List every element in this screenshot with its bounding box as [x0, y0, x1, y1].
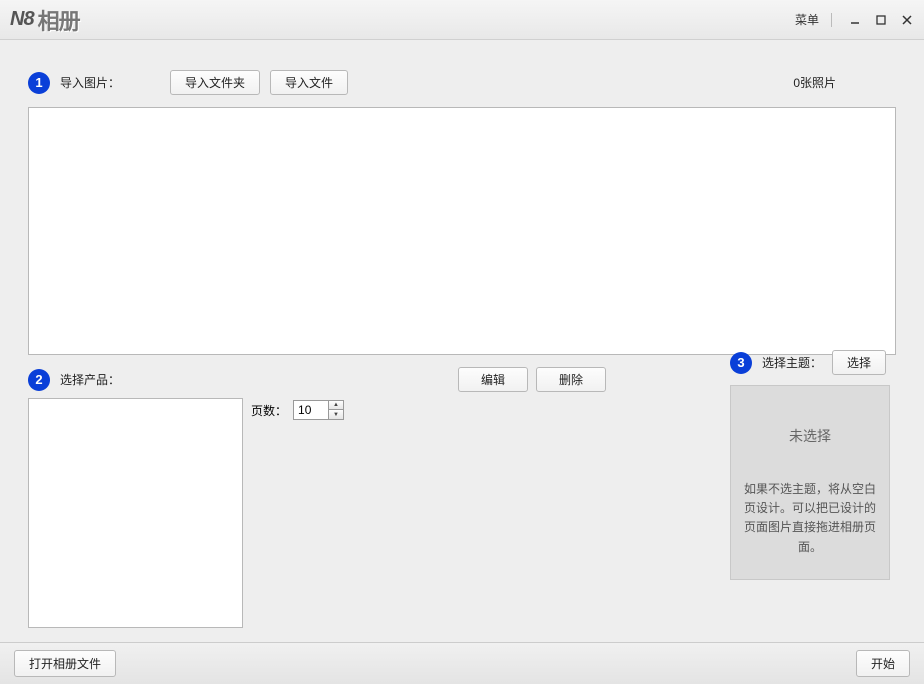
spinner-down-icon[interactable]: ▼	[329, 410, 343, 419]
close-button[interactable]	[896, 11, 918, 29]
titlebar: N8 相册 菜单	[0, 0, 924, 40]
start-button[interactable]: 开始	[856, 650, 910, 677]
maximize-button[interactable]	[870, 11, 892, 29]
app-logo: N8 相册	[10, 4, 80, 36]
logo-prefix: N8	[10, 8, 34, 31]
pages-row: 页数： ▲ ▼	[251, 400, 344, 420]
spinner-up-icon[interactable]: ▲	[329, 401, 343, 410]
theme-status: 未选择	[743, 426, 877, 446]
theme-help-text: 如果不选主题，将从空白页设计。可以把已设计的页面图片直接拖进相册页面。	[743, 480, 877, 557]
pages-input[interactable]	[294, 401, 328, 419]
import-folder-button[interactable]: 导入文件夹	[170, 70, 260, 95]
window-controls	[844, 11, 918, 29]
divider	[831, 13, 832, 27]
open-album-button[interactable]: 打开相册文件	[14, 650, 116, 677]
step2-label: 选择产品：	[60, 371, 120, 388]
product-list[interactable]	[28, 398, 243, 628]
import-drop-area[interactable]	[28, 107, 896, 355]
logo-text: 相册	[38, 4, 80, 36]
edit-button[interactable]: 编辑	[458, 367, 528, 392]
minimize-button[interactable]	[844, 11, 866, 29]
step3-badge: 3	[730, 352, 752, 374]
step2-badge: 2	[28, 369, 50, 391]
delete-button[interactable]: 删除	[536, 367, 606, 392]
main-content: 1 导入图片： 导入文件夹 导入文件 0张照片 2 选择产品： 编辑 删除 页数…	[0, 40, 924, 642]
pages-label: 页数：	[251, 402, 287, 419]
step1-badge: 1	[28, 72, 50, 94]
select-theme-button[interactable]: 选择	[832, 350, 886, 375]
footer-bar: 打开相册文件 开始	[0, 642, 924, 684]
step1-label: 导入图片：	[60, 74, 120, 91]
import-file-button[interactable]: 导入文件	[270, 70, 348, 95]
menu-button[interactable]: 菜单	[787, 7, 827, 32]
pages-spinner[interactable]: ▲ ▼	[293, 400, 344, 420]
step3-label: 选择主题：	[762, 354, 822, 371]
step3-header: 3 选择主题： 选择	[730, 350, 890, 375]
step1-row: 1 导入图片： 导入文件夹 导入文件 0张照片	[28, 70, 896, 95]
step3-column: 3 选择主题： 选择 未选择 如果不选主题，将从空白页设计。可以把已设计的页面图…	[730, 350, 890, 580]
photo-count: 0张照片	[793, 74, 836, 91]
theme-preview-box: 未选择 如果不选主题，将从空白页设计。可以把已设计的页面图片直接拖进相册页面。	[730, 385, 890, 580]
